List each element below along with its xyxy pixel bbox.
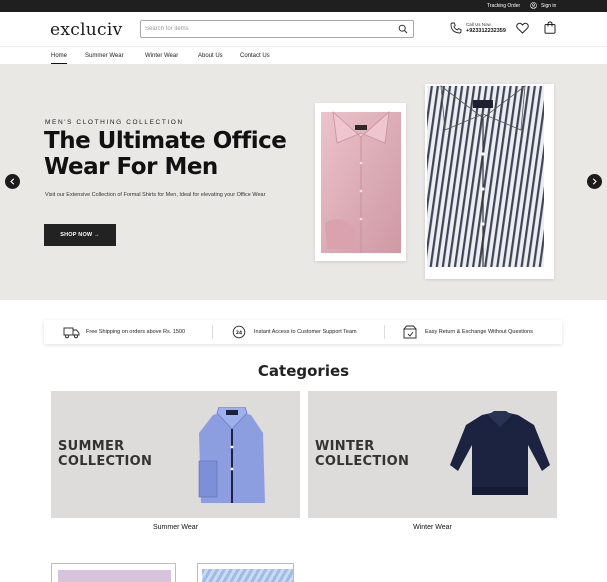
nav-item-home[interactable]: Home xyxy=(51,52,68,64)
product-card[interactable] xyxy=(51,563,176,582)
user-icon[interactable] xyxy=(530,2,537,9)
chevron-left-icon xyxy=(10,178,15,185)
product-card[interactable] xyxy=(197,563,294,582)
nav-item-summer-wear[interactable]: Summer Wear xyxy=(85,52,124,60)
feature-divider xyxy=(212,325,213,339)
pink-shirt-illustration xyxy=(321,110,401,253)
shop-now-label: SHOP NOW xyxy=(60,231,93,238)
search-icon[interactable] xyxy=(398,24,408,34)
overlay-line-1: SUMMER xyxy=(58,439,125,454)
phone-icon[interactable] xyxy=(450,22,462,34)
winter-sweater-illustration xyxy=(450,411,550,495)
support-24-icon: 24 xyxy=(232,325,246,339)
hero-banner: MEN'S CLOTHING COLLECTION The Ultimate O… xyxy=(0,64,607,300)
striped-shirt-illustration xyxy=(427,85,544,267)
overlay-line-2: COLLECTION xyxy=(58,454,153,469)
category-label-winter[interactable]: Winter Wear xyxy=(308,523,557,533)
category-card-winter[interactable]: WINTER COLLECTION xyxy=(308,391,557,518)
chevron-right-icon xyxy=(592,178,597,185)
arrow-right-icon: → xyxy=(94,231,100,238)
svg-text:24: 24 xyxy=(236,330,242,336)
overlay-line-1: WINTER xyxy=(315,439,375,454)
feature-text: Free Shipping on orders above Rs. 1500 xyxy=(86,329,186,335)
category-overlay-text: WINTER COLLECTION xyxy=(315,439,409,469)
search-input[interactable] xyxy=(145,23,393,35)
top-utility-bar: Tracking Order Sign in xyxy=(0,0,607,12)
hero-description: Visit our Extensive Collection of Formal… xyxy=(45,192,266,198)
carousel-prev-button[interactable] xyxy=(5,174,20,189)
feature-divider xyxy=(384,325,385,339)
hero-image-pink-shirt xyxy=(315,103,406,261)
overlay-line-2: COLLECTION xyxy=(315,454,410,469)
nav-item-about-us[interactable]: About Us xyxy=(198,52,223,60)
search-box xyxy=(140,20,414,38)
hero-kicker: MEN'S CLOTHING COLLECTION xyxy=(45,119,184,126)
feature-text: Easy Return & Exchange Without Questions xyxy=(425,329,533,335)
tracking-order-link[interactable]: Tracking Order xyxy=(487,2,520,10)
nav-item-winter-wear[interactable]: Winter Wear xyxy=(145,52,178,60)
return-box-icon xyxy=(403,325,417,339)
category-label-summer[interactable]: Summer Wear xyxy=(51,523,300,533)
hero-image-striped-shirt xyxy=(425,84,554,279)
shop-now-button[interactable]: SHOP NOW → xyxy=(44,224,116,246)
category-card-summer[interactable]: SUMMER COLLECTION xyxy=(51,391,300,518)
features-strip: Free Shipping on orders above Rs. 1500 2… xyxy=(44,320,562,344)
phone-number[interactable]: +923312232359 xyxy=(466,28,506,35)
main-navigation: Home Summer Wear Winter Wear About Us Co… xyxy=(0,46,607,64)
feature-text: Instant Access to Customer Support Team xyxy=(254,329,357,335)
carousel-next-button[interactable] xyxy=(587,174,602,189)
summer-shirt-illustration xyxy=(198,407,265,503)
product-image xyxy=(202,569,293,582)
truck-icon xyxy=(63,327,80,339)
heart-icon[interactable] xyxy=(516,22,529,34)
category-overlay-text: SUMMER COLLECTION xyxy=(58,439,152,469)
product-image xyxy=(58,570,171,582)
bag-icon[interactable] xyxy=(544,21,556,34)
brand-logo[interactable]: excluciv xyxy=(50,19,123,41)
sign-in-link[interactable]: Sign in xyxy=(541,2,556,10)
categories-heading: Categories xyxy=(257,362,350,380)
nav-item-contact-us[interactable]: Contact Us xyxy=(240,52,270,60)
hero-title: The Ultimate Office Wear For Men xyxy=(44,128,287,180)
